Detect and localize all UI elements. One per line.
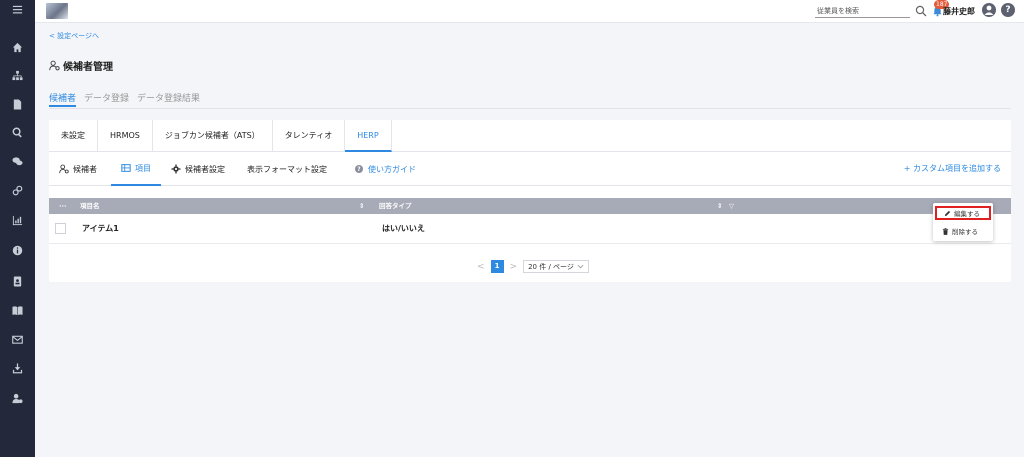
tab-herp[interactable]: HERP	[345, 120, 392, 152]
book-icon[interactable]	[0, 303, 35, 317]
user-settings-icon[interactable]	[0, 391, 35, 405]
subtab-candidates[interactable]: 候補者	[59, 152, 97, 186]
avatar-icon[interactable]	[982, 3, 996, 17]
user-settings-icon	[49, 60, 60, 71]
trash-icon	[942, 227, 949, 235]
org-chart-icon[interactable]	[0, 68, 35, 82]
content-card: 未設定 HRMOS ジョブカン候補者（ATS） タレンティオ HERP 候補者 …	[49, 120, 1011, 282]
subtab-items-label: 項目	[135, 163, 151, 173]
usage-guide-link[interactable]: ? 使い方ガイド	[354, 152, 416, 186]
help-icon[interactable]: ?	[1001, 3, 1015, 17]
page-title: 候補者管理	[49, 58, 113, 73]
subtab-items[interactable]: 項目	[111, 152, 161, 186]
tab-hrmos[interactable]: HRMOS	[98, 120, 153, 152]
column-options-icon[interactable]: ···	[59, 198, 66, 214]
link-icon[interactable]	[0, 183, 35, 197]
document-icon[interactable]	[0, 97, 35, 111]
edit-menu-item[interactable]: 編集する	[935, 206, 991, 220]
row-action-menu: 編集する 削除する	[933, 203, 993, 241]
back-to-settings-link[interactable]: < 設定ページへ	[49, 31, 99, 41]
sub-tabs: 候補者 項目 候補者設定 表示フォーマット設定 ? 使い方ガイド + カスタム項…	[49, 152, 1011, 186]
home-icon[interactable]	[0, 40, 35, 54]
mail-icon[interactable]	[0, 332, 35, 346]
subtab-candidate-settings-label: 候補者設定	[185, 164, 225, 174]
filter-icon[interactable]: ▽	[729, 198, 734, 214]
search-icon[interactable]	[0, 125, 35, 139]
tabs-divider	[49, 108, 1011, 109]
tab-data-registration[interactable]: データ登録	[84, 91, 129, 107]
question-circle-icon: ?	[355, 165, 363, 173]
chevron-down-icon	[577, 264, 584, 269]
menu-icon[interactable]	[0, 2, 35, 16]
left-sidebar	[0, 0, 35, 457]
table-header: ··· 項目名 ⇕ 回答タイプ ⇕ ▽	[49, 198, 1011, 214]
sort-icon[interactable]: ⇕	[717, 198, 722, 214]
sort-icon[interactable]: ⇕	[359, 198, 364, 214]
list-icon	[121, 164, 131, 172]
chart-icon[interactable]	[0, 213, 35, 227]
employee-search-input[interactable]	[815, 5, 910, 18]
row-checkbox[interactable]	[55, 223, 66, 234]
info-icon[interactable]	[0, 243, 35, 257]
download-icon[interactable]	[0, 361, 35, 375]
svg-text:?: ?	[357, 167, 360, 173]
add-custom-item-button[interactable]: + カスタム項目を追加する	[904, 152, 1001, 186]
subtab-display-format[interactable]: 表示フォーマット設定	[247, 152, 327, 186]
company-logo[interactable]	[46, 3, 68, 19]
next-page-button[interactable]: >	[510, 262, 518, 272]
answer-type-cell: はい/いいえ	[382, 224, 425, 233]
delete-menu-item[interactable]: 削除する	[935, 224, 991, 238]
delete-label: 削除する	[952, 228, 978, 236]
page-size-value: 20 件 / ページ	[528, 262, 574, 271]
user-name[interactable]: 藤井史郎	[943, 6, 975, 17]
table-row[interactable]: アイテム1 はい/いいえ	[49, 214, 1011, 244]
subtab-display-format-label: 表示フォーマット設定	[247, 164, 327, 174]
search-icon[interactable]	[915, 5, 927, 17]
tab-candidates[interactable]: 候補者	[49, 91, 77, 107]
item-name-cell: アイテム1	[82, 224, 119, 233]
tab-talentio[interactable]: タレンティオ	[273, 120, 346, 152]
edit-label: 編集する	[954, 210, 980, 218]
page-size-select[interactable]: 20 件 / ページ	[523, 260, 589, 273]
page-title-text: 候補者管理	[63, 62, 113, 73]
user-settings-icon	[59, 164, 69, 174]
subtab-candidates-label: 候補者	[73, 164, 97, 174]
contact-book-icon[interactable]	[0, 274, 35, 288]
tab-unset[interactable]: 未設定	[49, 120, 98, 152]
main-tabs: 候補者 データ登録 データ登録結果	[49, 91, 200, 107]
subtab-candidate-settings[interactable]: 候補者設定	[171, 152, 225, 186]
pagination: < 1 > 20 件 / ページ	[477, 260, 589, 273]
usage-guide-label: 使い方ガイド	[368, 164, 416, 174]
page-number-button[interactable]: 1	[490, 260, 504, 273]
gear-icon	[171, 164, 181, 174]
column-header-answer-type[interactable]: 回答タイプ	[379, 198, 412, 214]
top-header: 187 藤井史郎 ?	[35, 0, 1024, 23]
prev-page-button[interactable]: <	[477, 262, 485, 272]
pencil-icon	[944, 210, 951, 216]
ats-tabs: 未設定 HRMOS ジョブカン候補者（ATS） タレンティオ HERP	[49, 120, 1011, 152]
tab-data-registration-results[interactable]: データ登録結果	[137, 91, 200, 107]
tab-jobcan-ats[interactable]: ジョブカン候補者（ATS）	[153, 120, 273, 152]
chat-icon[interactable]	[0, 154, 35, 168]
column-header-item-name[interactable]: 項目名	[80, 198, 100, 214]
